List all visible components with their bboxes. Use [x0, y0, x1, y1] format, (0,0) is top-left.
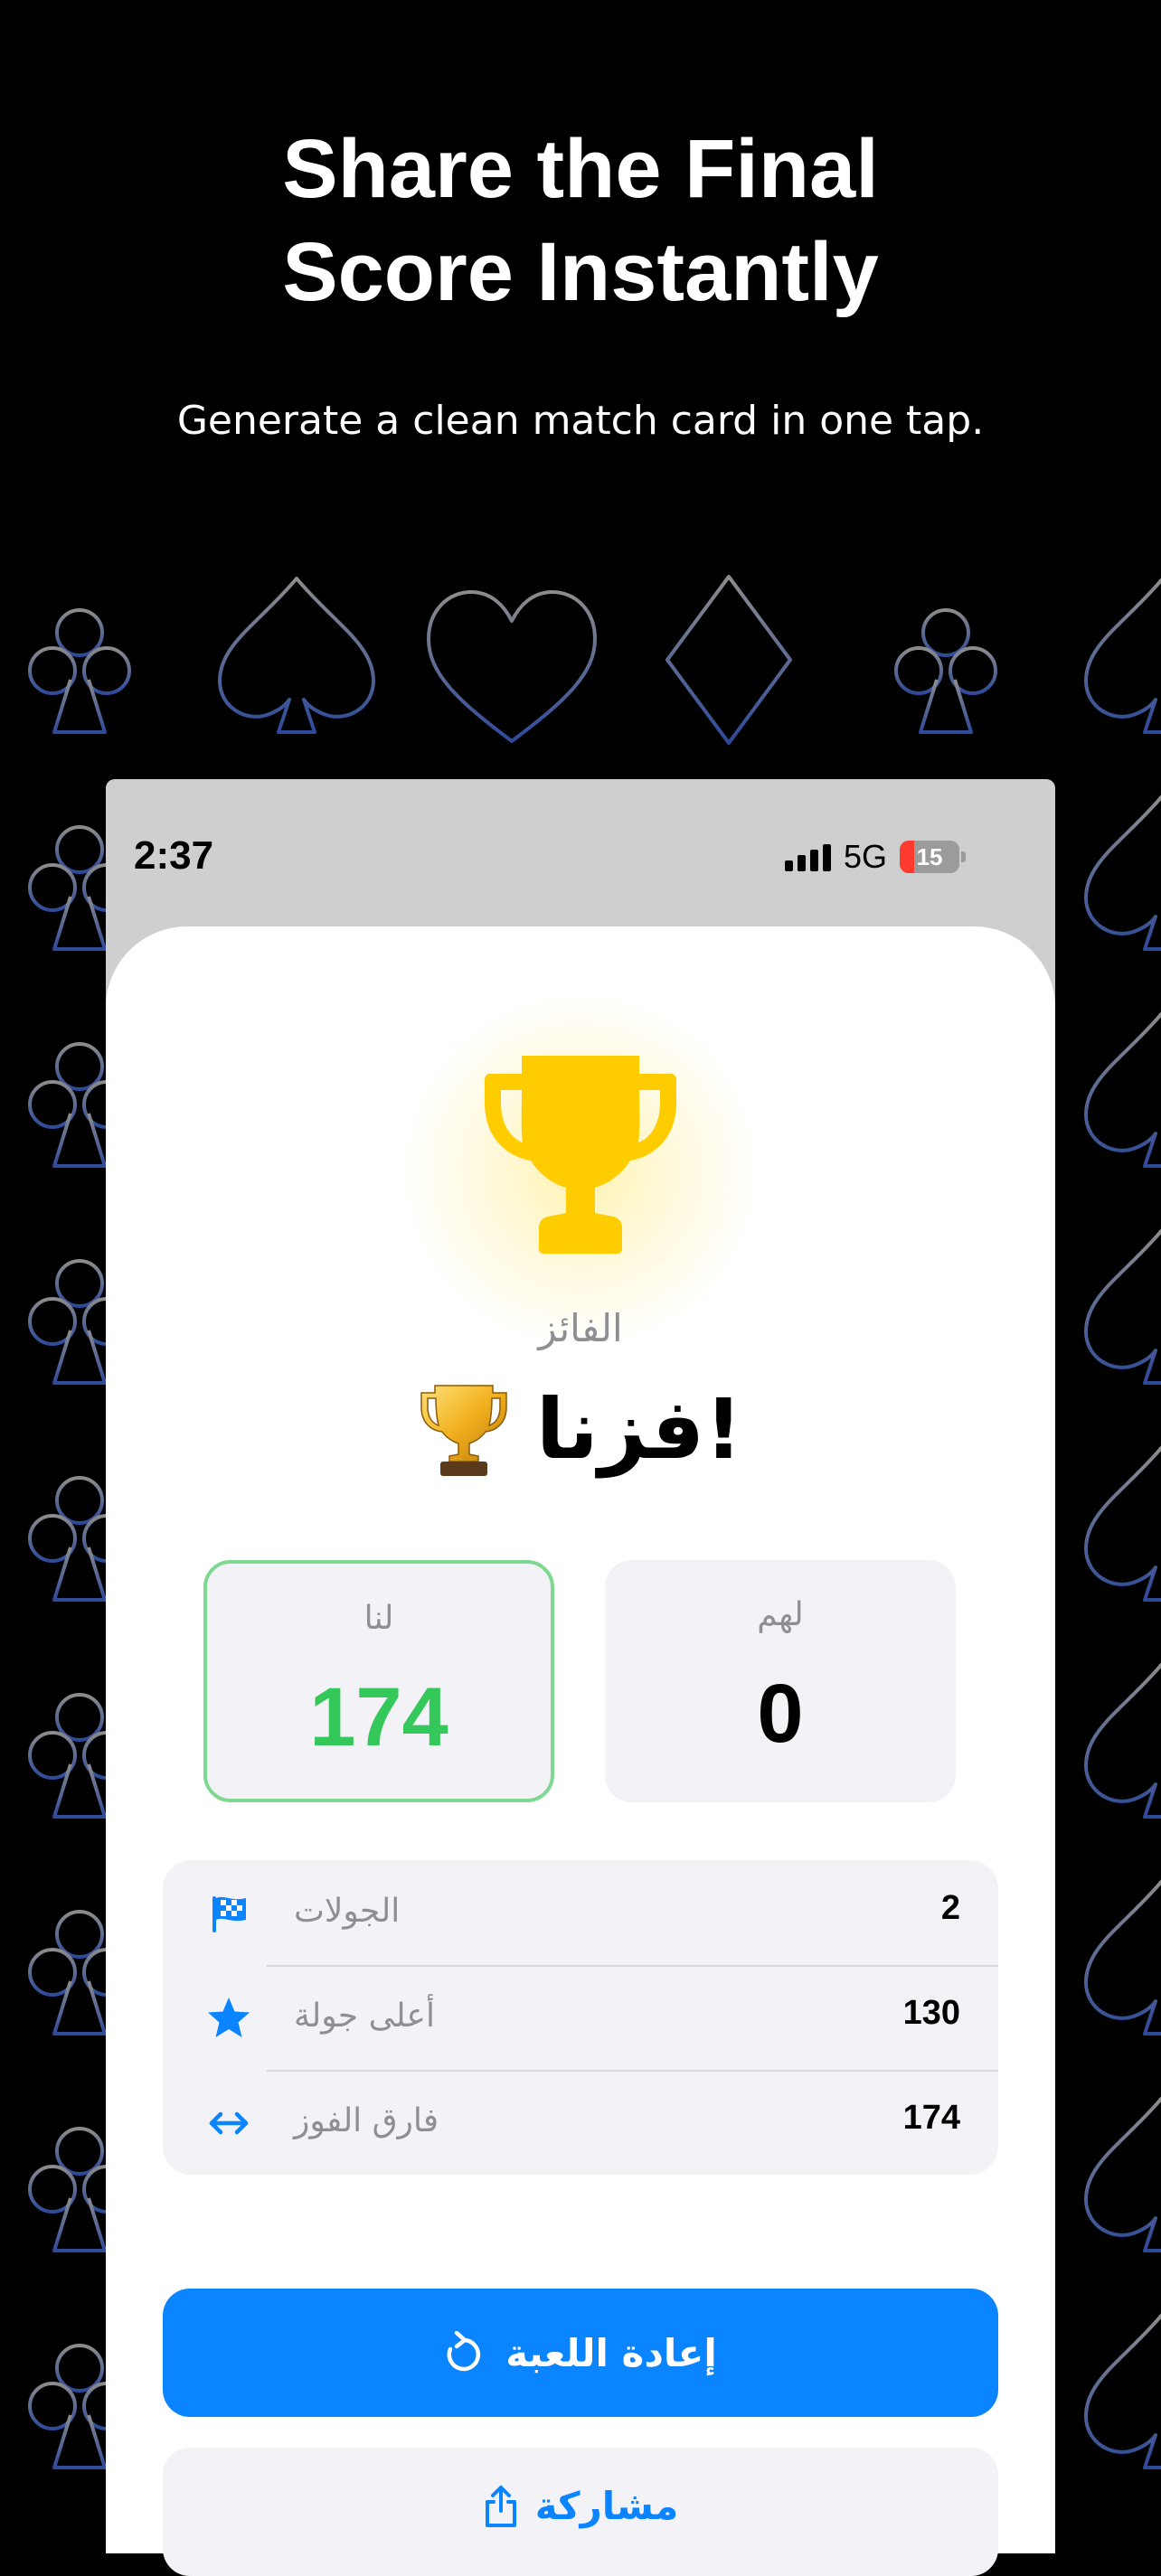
left-right-arrow-icon — [209, 2111, 249, 2135]
battery-level: 15 — [916, 843, 943, 870]
match-stats: الجولات 2 أعلى جولة 130 فارق الفوز 174 — [163, 1860, 998, 2175]
our-score-label: لنا — [363, 1600, 394, 1637]
winner-title: فزنا! — [535, 1381, 743, 1478]
winner-label: الفائز — [538, 1306, 623, 1350]
cellular-signal-icon — [785, 842, 831, 871]
diamond-suit-icon — [665, 575, 792, 745]
club-suit-icon — [28, 608, 131, 734]
stat-value: 2 — [940, 1889, 960, 1927]
spade-suit-icon — [1084, 2095, 1161, 2252]
stat-row-highest-round: أعلى جولة 130 — [163, 1965, 998, 2070]
stat-row-rounds: الجولات 2 — [163, 1860, 998, 1965]
share-button[interactable]: مشاركة — [163, 2448, 998, 2576]
network-type: 5G — [844, 838, 888, 875]
club-suit-icon — [894, 608, 997, 734]
promo-headline-line-2: Score Instantly — [282, 226, 879, 318]
stat-value: 130 — [902, 1994, 960, 2032]
promo-subtitle: Generate a clean match card in one tap. — [176, 398, 985, 444]
star-icon — [208, 1998, 250, 2037]
stat-row-win-margin: فارق الفوز 174 — [163, 2070, 998, 2175]
replay-button-label: إعادة اللعبة — [505, 2330, 717, 2375]
their-score-value: 0 — [757, 1668, 804, 1760]
spade-suit-icon — [1084, 577, 1161, 734]
stat-label: أعلى جولة — [294, 1998, 435, 2035]
status-time: 2:37 — [134, 833, 214, 878]
replay-button[interactable]: إعادة اللعبة — [163, 2289, 998, 2417]
stat-value: 174 — [902, 2099, 960, 2137]
battery-icon: 15 — [900, 841, 967, 873]
trophy-emoji-icon — [420, 1385, 507, 1476]
our-score-card: لنا 174 — [203, 1560, 554, 1802]
trophy-icon — [485, 1056, 676, 1254]
share-icon — [485, 2486, 516, 2527]
stat-label: فارق الفوز — [294, 2102, 439, 2139]
our-score-value: 174 — [309, 1671, 448, 1763]
spade-suit-icon — [1084, 1661, 1161, 1819]
spade-suit-icon — [1084, 2312, 1161, 2469]
status-indicators: 5G 15 — [785, 838, 967, 875]
their-score-label: لهم — [757, 1596, 804, 1633]
share-button-label: مشاركة — [534, 2484, 679, 2528]
winner-heading: فزنا! — [0, 1376, 1161, 1484]
checkered-flag-icon — [212, 1896, 246, 1932]
spade-suit-icon — [218, 577, 375, 734]
restart-icon — [447, 2331, 481, 2372]
spade-suit-icon — [1084, 1878, 1161, 2035]
spade-suit-icon — [1084, 1011, 1161, 1168]
promo-headline: Share the Final Score Instantly — [0, 118, 1161, 324]
spade-suit-icon — [1084, 794, 1161, 951]
stat-label: الجولات — [294, 1893, 401, 1930]
their-score-card: لهم 0 — [605, 1560, 956, 1802]
promo-headline-line-1: Share the Final — [282, 123, 879, 215]
heart-suit-icon — [427, 590, 597, 743]
